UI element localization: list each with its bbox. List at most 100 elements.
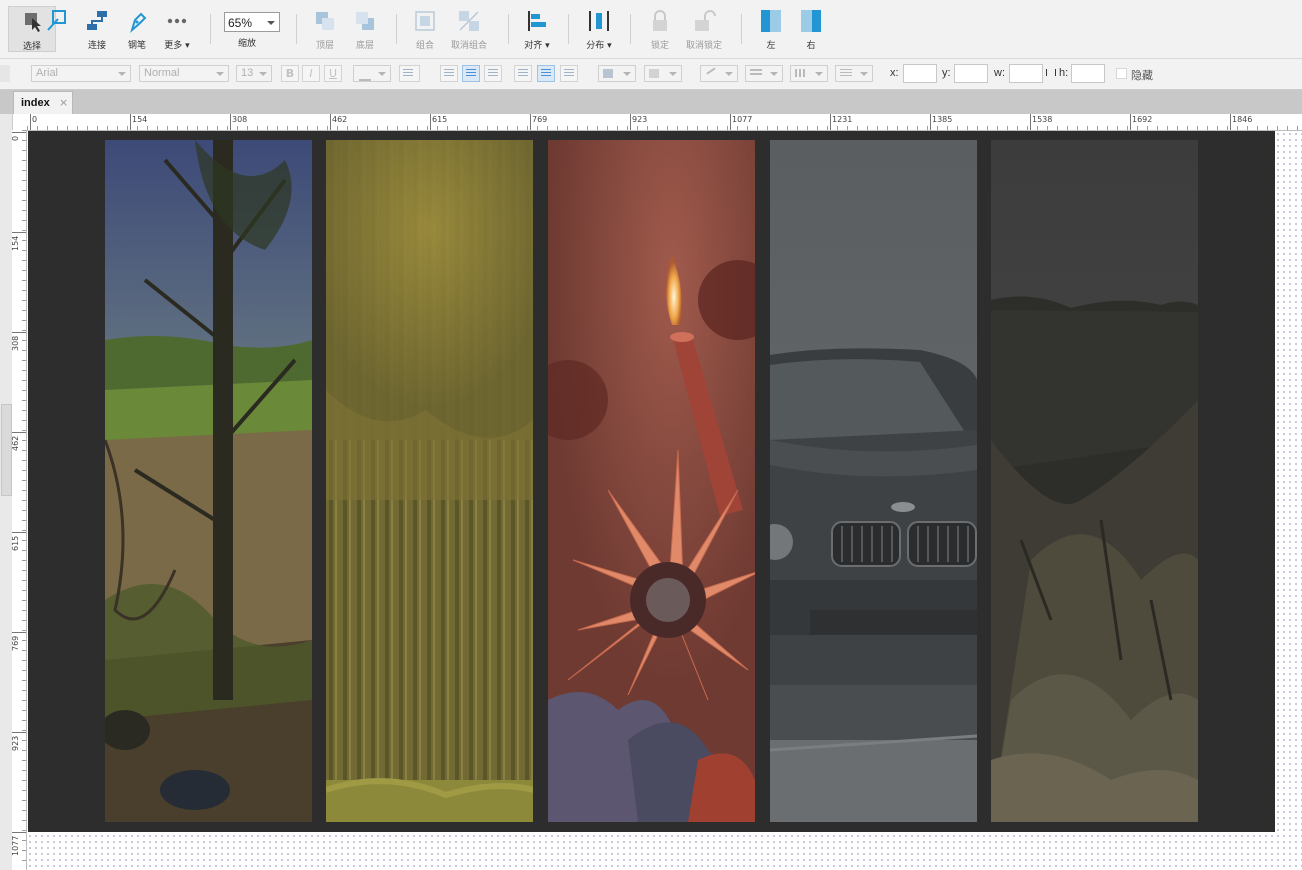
bullet-list-button[interactable] [399, 65, 420, 82]
zoom-select[interactable]: 65% [224, 12, 280, 32]
toolbar-divider [568, 14, 569, 44]
w-label: w: [994, 67, 1005, 79]
ruler-major-tick [12, 332, 26, 333]
chevron-down-icon [118, 72, 126, 76]
image-panel-cliffs[interactable] [991, 140, 1198, 822]
close-icon[interactable]: × [59, 96, 68, 109]
w-input[interactable] [1009, 64, 1043, 83]
align-text-left-button[interactable] [440, 65, 458, 82]
format-paint-icon[interactable] [0, 65, 10, 82]
align-button[interactable]: 对齐 ▾ [514, 6, 560, 51]
image-panel-candle-flower[interactable] [548, 140, 755, 822]
aspect-lock-icon[interactable] [1046, 69, 1056, 76]
ruler-left-label: 154 [11, 235, 20, 251]
lock-icon [647, 8, 673, 34]
valign-middle-button[interactable] [537, 65, 555, 82]
italic-button[interactable]: I [302, 65, 320, 82]
chevron-down-icon [378, 72, 386, 76]
chevron-down-icon [216, 72, 224, 76]
valign-top-button[interactable] [514, 65, 532, 82]
valign-top-icon [518, 69, 528, 78]
ruler-major-tick [230, 114, 231, 130]
group-button[interactable]: 组合 [402, 6, 448, 51]
ruler-major-tick [630, 114, 631, 130]
dark-board[interactable] [28, 131, 1275, 832]
tab-label: index [21, 97, 50, 109]
ruler-top-label: 923 [632, 115, 648, 124]
tab-index[interactable]: index × [13, 91, 73, 114]
valign-bottom-button[interactable] [560, 65, 578, 82]
send-to-bottom-button[interactable]: 底层 [342, 6, 388, 51]
arrow-style-select[interactable] [835, 65, 873, 82]
ruler-major-tick [12, 832, 26, 833]
distribute-icon [586, 8, 612, 34]
pencil-icon [706, 67, 716, 75]
valign-middle-icon [541, 69, 551, 78]
align-text-center-icon [466, 69, 476, 78]
toolbar-divider [296, 14, 297, 44]
ruler-top-label: 308 [232, 115, 248, 124]
align-label: 对齐 ▾ [524, 41, 550, 51]
ruler-top-label: 615 [432, 115, 448, 124]
chevron-down-icon [669, 72, 677, 76]
more-label: 更多 ▾ [164, 41, 190, 51]
hidden-checkbox[interactable] [1116, 68, 1127, 79]
distribute-button[interactable]: 分布 ▾ [576, 6, 622, 51]
fill-color-icon [603, 69, 613, 78]
ruler-top-label: 1538 [1032, 115, 1053, 124]
ungroup-button[interactable]: 取消组合 [446, 6, 492, 51]
ruler-major-tick [730, 114, 731, 130]
font-family-select[interactable]: Arial [31, 65, 131, 82]
line-style-select[interactable] [790, 65, 828, 82]
dock-right-button[interactable]: 右 [788, 6, 834, 51]
line-color-select[interactable] [700, 65, 738, 82]
font-style-select[interactable]: Normal [139, 65, 229, 82]
image-panel-forest[interactable] [326, 140, 533, 822]
zoom-label: 缩放 [238, 39, 257, 49]
ruler-major-tick [1130, 114, 1131, 130]
x-input[interactable] [903, 64, 937, 83]
connector-icon [84, 8, 110, 34]
unlock-button[interactable]: 取消锁定 [681, 6, 727, 51]
ruler-major-tick [12, 532, 26, 533]
font-color-select[interactable] [353, 65, 391, 82]
line-width-select[interactable] [745, 65, 783, 82]
more-tools-button[interactable]: 更多 ▾ [154, 6, 200, 51]
underline-button[interactable]: U [324, 65, 342, 82]
fill-color-select[interactable] [598, 65, 636, 82]
shadow-icon [649, 69, 659, 78]
panel-left-icon [758, 8, 784, 34]
toolbar-divider [210, 14, 211, 44]
ruler-top-label: 769 [532, 115, 548, 124]
bring-front-icon [312, 8, 338, 34]
x-label: x: [890, 67, 899, 79]
bold-button[interactable]: B [281, 65, 299, 82]
chevron-down-icon [815, 72, 823, 76]
design-canvas[interactable] [27, 131, 1302, 870]
ruler-major-tick [12, 632, 26, 633]
font-family-value: Arial [36, 67, 59, 79]
dash-style-icon [795, 69, 807, 77]
more-dots-icon [164, 8, 190, 34]
ungroup-label: 取消组合 [450, 41, 487, 51]
ruler-major-tick [1230, 114, 1231, 130]
align-text-center-button[interactable] [462, 65, 480, 82]
lock-button[interactable]: 锁定 [637, 6, 683, 51]
align-text-right-button[interactable] [484, 65, 502, 82]
h-label: h: [1059, 67, 1069, 79]
align-text-right-icon [488, 69, 498, 78]
ruler-top-label: 1077 [732, 115, 753, 124]
y-input[interactable] [954, 64, 988, 83]
ruler-major-tick [1030, 114, 1031, 130]
image-panel-car[interactable] [770, 140, 977, 822]
image-panel-tree-landscape[interactable] [105, 140, 312, 822]
h-input[interactable] [1071, 64, 1105, 83]
line-width-icon [750, 69, 762, 77]
candle-flower-image [548, 140, 755, 822]
shadow-select[interactable] [644, 65, 682, 82]
group-icon [412, 8, 438, 34]
ruler-left-label: 308 [11, 335, 20, 351]
font-size-select[interactable]: 13 [236, 65, 272, 82]
connect-icon [44, 8, 70, 34]
unlock-icon [691, 8, 717, 34]
